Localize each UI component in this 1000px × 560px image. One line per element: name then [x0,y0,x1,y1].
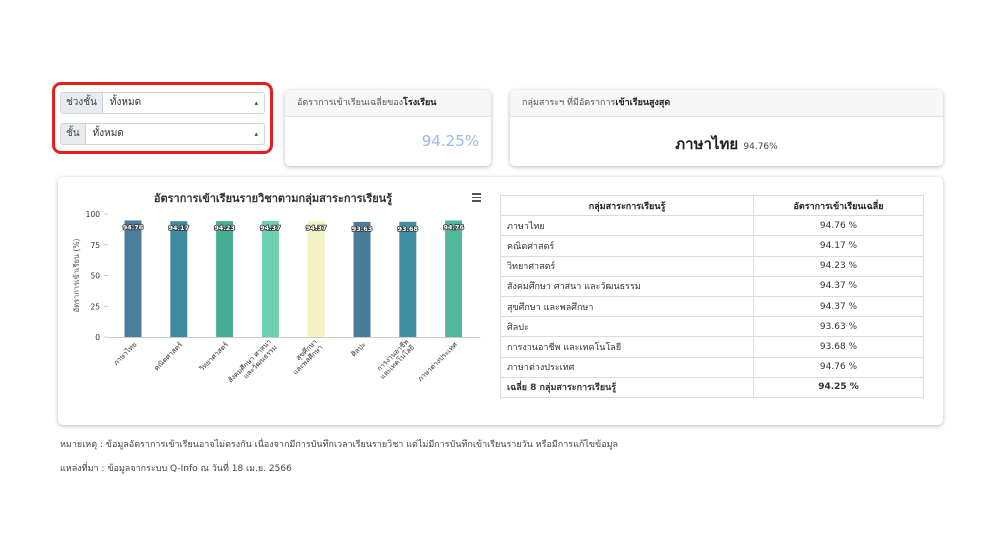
table-row: สุขศึกษา และพลศึกษา 94.37 % [500,295,924,318]
table-cell-value: 94.17 % [753,235,924,257]
table-row: ภาษาไทย 94.76 % [500,215,924,237]
table-average-label: เฉลี่ย 8 กลุ่มสาระการเรียนรู้ [500,376,754,398]
y-tick-label: 25 [90,302,100,311]
x-tick-label: การงานอาชีพและเทคโนโลยี [373,338,416,381]
x-tick-label: วิทยาศาสตร์ [198,341,230,373]
remark-note: หมายเหตุ : ข้อมูลอัตราการเข้าเรียนอาจไม่… [60,440,619,450]
bar-data-label: 94.76 [443,223,464,231]
table-row: คณิตศาสตร์ 94.17 % [500,235,924,257]
y-axis-label: อัตราการเข้าเรียน (%) [72,239,81,313]
x-tick-label-line: ภาษาไทย [111,340,138,367]
bar [445,220,463,337]
grade-select-value: ทั้งหมด [92,128,124,139]
table-cell-group: ภาษาไทย [500,215,754,237]
attendance-panel: อัตราการเข้าเรียนรายวิชาตามกลุ่มสาระการเ… [58,177,943,425]
table-header-group: กลุ่มสาระการเรียนรู้ [500,194,754,217]
table-header-average: อัตราการเข้าเรียนเฉลี่ย [753,194,924,217]
y-tick-label: 75 [90,241,100,250]
table-cell-group: ศิลปะ [500,316,754,338]
bar [170,221,188,337]
bar [399,221,417,337]
source-note: แหล่งที่มา : ข้อมูลจากระบบ Q-Info ณ วันท… [60,464,292,474]
bar-data-label: 93.68 [398,225,419,233]
x-tick-label-line: คณิตศาสตร์ [153,341,185,373]
level-filter[interactable]: ช่วงชั้น ทั้งหมด ▴ [60,92,265,114]
top-group-percent: 94.76% [743,142,778,152]
y-tick-label: 0 [95,333,100,342]
bar-data-label: 94.37 [306,224,327,232]
grade-filter-label: ชั้น [61,124,86,144]
top-group-value: ภาษาไทย 94.76% [510,132,943,156]
y-tick-label: 50 [90,272,100,281]
bar-data-label: 93.63 [352,225,373,233]
school-average-card-title: อัตราการเข้าเรียนเฉลี่ยของโรงเรียน [285,90,491,117]
table-cell-group: สังคมศึกษา ศาสนา และวัฒนธรรม [500,275,754,297]
school-average-title-prefix: อัตราการเข้าเรียนเฉลี่ยของ [297,98,404,108]
top-group-card: กลุ่มสาระฯ ที่มีอัตราการเข้าเรียนสูงสุด … [510,90,943,166]
table-average-row: เฉลี่ย 8 กลุ่มสาระการเรียนรู้ 94.25 % [500,376,924,398]
top-group-name: ภาษาไทย [675,135,739,153]
bar [216,221,234,337]
table-row: วิทยาศาสตร์ 94.23 % [500,255,924,277]
x-tick-label: ภาษาไทย [111,340,138,367]
x-tick-label: ภาษาต่างประเทศ [416,340,459,383]
table-cell-value: 94.76 % [753,356,924,378]
table-cell-group: สุขศึกษา และพลศึกษา [500,295,754,318]
table-cell-group: ภาษาต่างประเทศ [500,356,754,378]
bar [261,220,279,337]
bar-data-label: 94.23 [214,224,235,232]
table-row: ศิลปะ 93.63 % [500,316,924,338]
x-tick-label: คณิตศาสตร์ [153,341,185,373]
grade-filter[interactable]: ชั้น ทั้งหมด ▴ [60,123,265,145]
table-cell-value: 93.68 % [753,336,924,358]
top-group-card-title: กลุ่มสาระฯ ที่มีอัตราการเข้าเรียนสูงสุด [510,90,943,117]
x-tick-label-line: ศิลปะ [350,341,368,359]
table-row: สังคมศึกษา ศาสนา และวัฒนธรรม 94.37 % [500,275,924,297]
school-average-card: อัตราการเข้าเรียนเฉลี่ยของโรงเรียน 94.25… [285,90,491,166]
top-group-title-bold: เข้าเรียนสูงสุด [615,98,671,108]
x-tick-label: สังคมศึกษา ศาสนาและวัฒนธรรม [226,337,279,390]
bar-data-label: 94.37 [260,224,281,232]
bar-data-label: 94.76 [123,223,144,231]
table-header-row: กลุ่มสาระการเรียนรู้ อัตราการเข้าเรียนเฉ… [500,194,924,217]
attendance-bar-chart: อัตราการเข้าเรียน (%) 0 25 50 75 100 94.76 ภาษา… [72,210,481,390]
x-tick-label: ศิลปะ [350,341,368,359]
table-cell-group: คณิตศาสตร์ [500,235,754,257]
x-tick-label-line: ภาษาต่างประเทศ [416,340,459,383]
bar-data-label: 94.17 [169,224,190,232]
y-tick-label: 100 [86,210,101,219]
table-cell-value: 94.37 % [753,295,924,318]
school-average-value: 94.25% [421,132,479,150]
top-group-title-prefix: กลุ่มสาระฯ ที่มีอัตราการ [522,98,616,108]
level-select-value: ทั้งหมด [109,97,142,108]
school-average-title-bold: โรงเรียน [403,98,437,108]
grade-select[interactable]: ทั้งหมด ▴ [86,124,264,144]
attendance-table: กลุ่มสาระการเรียนรู้ อัตราการเข้าเรียนเฉ… [500,194,924,398]
bar [353,221,371,337]
updown-chevron-icon: ▴ [254,99,258,107]
filter-panel-highlight: ช่วงชั้น ทั้งหมด ▴ ชั้น ทั้งหมด ▴ [52,82,273,154]
table-cell-group: การงานอาชีพ และเทคโนโลยี [500,336,754,358]
level-filter-label: ช่วงชั้น [61,93,103,113]
table-cell-group: วิทยาศาสตร์ [500,255,754,277]
x-tick-label-line: วิทยาศาสตร์ [198,341,230,373]
table-cell-value: 94.37 % [753,275,924,297]
table-cell-value: 93.63 % [753,316,924,338]
bar [124,220,142,337]
table-row: การงานอาชีพ และเทคโนโลยี 93.68 % [500,336,924,358]
level-select[interactable]: ทั้งหมด ▴ [103,93,264,113]
bar [307,220,325,337]
table-cell-value: 94.23 % [753,255,924,277]
table-average-value: 94.25 % [753,376,924,398]
table-cell-value: 94.76 % [753,215,924,237]
x-tick-label: สุขศึกษาและพลศึกษา [285,337,324,376]
updown-chevron-icon: ▴ [254,130,258,138]
table-row: ภาษาต่างประเทศ 94.76 % [500,356,924,378]
